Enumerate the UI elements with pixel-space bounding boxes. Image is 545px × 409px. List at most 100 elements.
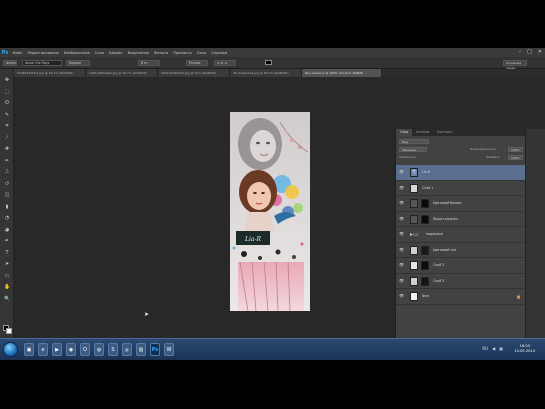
layer-mask-thumbnail[interactable] xyxy=(421,261,429,270)
visibility-eye-icon[interactable]: 👁 xyxy=(399,201,404,205)
document-tab[interactable]: 9962d1b6b9b2.jpg @ 50% (RGB/8#) xyxy=(158,69,230,77)
text-color-swatch[interactable] xyxy=(265,60,272,65)
volume-icon[interactable]: ◀ xyxy=(492,344,495,354)
panel-tab[interactable]: Слои xyxy=(396,129,413,136)
marquee-icon[interactable]: ⬚ xyxy=(4,89,10,95)
photoshop-icon[interactable]: Ps xyxy=(150,343,160,356)
menu-item-3[interactable]: Слои xyxy=(92,51,106,55)
history-brush-icon[interactable]: ↺ xyxy=(4,181,10,187)
menu-item-1[interactable]: Редактирование xyxy=(25,51,61,55)
visibility-eye-icon[interactable]: 👁 xyxy=(399,263,404,267)
visibility-eye-icon[interactable]: 👁 xyxy=(399,232,404,236)
panel-tab[interactable]: Каналы xyxy=(412,129,433,136)
visibility-eye-icon[interactable]: 👁 xyxy=(399,294,404,298)
visibility-eye-icon[interactable]: 👁 xyxy=(399,216,404,221)
layer-name: Слой 1 xyxy=(422,185,434,190)
menu-item-2[interactable]: Изображение xyxy=(61,51,92,55)
menu-item-9[interactable]: Справка xyxy=(209,51,230,55)
crop-icon[interactable]: ⌗ xyxy=(4,123,10,129)
layer-mask-thumbnail[interactable] xyxy=(421,199,429,208)
type-icon[interactable]: T xyxy=(4,250,10,256)
document-canvas[interactable]: Lia-R xyxy=(230,112,310,311)
document-tab[interactable]: bd81de85e6b0.jpg @ 66,7% (RGB/8#) xyxy=(86,69,158,77)
layer-row[interactable]: 👁 Фон 🔒 xyxy=(396,289,526,305)
text-align-group[interactable]: ≡ ≡ ≡ xyxy=(214,59,236,66)
layer-row[interactable]: 👁 Цветовой баланс xyxy=(396,196,526,212)
brush-icon[interactable]: ✏ xyxy=(4,158,10,164)
healing-icon[interactable]: ✚ xyxy=(4,146,10,152)
layer-filter-select[interactable]: Вид xyxy=(399,139,429,144)
layer-name: Яркость/контр. xyxy=(433,216,459,221)
dodge-icon[interactable]: ◕ xyxy=(4,227,10,233)
blur-icon[interactable]: ◔ xyxy=(4,215,10,221)
layers-panel-dock: Слои Каналы Контуры Вид Обычные Непрозрачн… xyxy=(395,129,545,360)
shape-icon[interactable]: ▭ xyxy=(4,273,10,279)
layer-mask-thumbnail[interactable] xyxy=(421,245,429,255)
network-icon[interactable]: ▦ xyxy=(499,344,503,354)
firefox-icon[interactable]: ◍ xyxy=(94,343,104,356)
layer-row[interactable]: 👁 Слой 3 xyxy=(396,273,526,289)
hand-icon[interactable]: ✋ xyxy=(4,284,10,290)
background-color-swatch[interactable] xyxy=(6,328,12,334)
menu-item-5[interactable]: Выделение xyxy=(125,51,151,55)
document-tab[interactable]: Без имени-1 @ 100% (Слой 8, RGB/8) xyxy=(302,69,382,77)
ie-icon[interactable]: e xyxy=(38,343,48,356)
utorrent-icon[interactable]: µ xyxy=(122,343,132,356)
menu-item-8[interactable]: Окно xyxy=(194,51,209,55)
panel-tab[interactable]: Контуры xyxy=(433,129,456,136)
layer-row[interactable]: 👁 T Lia-R xyxy=(396,165,526,181)
quick-select-icon[interactable]: ✎ xyxy=(4,112,10,118)
pen-icon[interactable]: ✒ xyxy=(4,238,10,244)
stamp-icon[interactable]: ⎍ xyxy=(4,169,10,175)
system-clock[interactable]: 16:03 15.05.2014 xyxy=(514,344,535,354)
eraser-icon[interactable]: ◫ xyxy=(4,192,10,198)
menu-item-0[interactable]: Файл xyxy=(10,51,25,55)
visibility-eye-icon[interactable]: 👁 xyxy=(399,247,404,252)
opera-icon[interactable]: O xyxy=(80,343,90,356)
visibility-eye-icon[interactable]: 👁 xyxy=(399,278,404,283)
word-icon[interactable]: W xyxy=(164,343,174,356)
visibility-eye-icon[interactable]: 👁 xyxy=(399,185,404,190)
document-tab[interactable]: 46_0aa6d2a4.jpg @ 66,7% (RGB/8#) xyxy=(230,69,302,77)
zoom-icon[interactable]: 🔍 xyxy=(4,296,10,302)
move-icon[interactable]: ✥ xyxy=(4,77,10,83)
chrome-icon[interactable]: ◉ xyxy=(66,343,76,356)
fill-input[interactable]: 100% xyxy=(508,155,523,160)
layer-row[interactable]: 👁 Слой 2 xyxy=(396,258,526,274)
layer-row[interactable]: 👁 Цветовой тон xyxy=(396,242,526,258)
maximize-button[interactable]: □ xyxy=(527,49,532,55)
eyedropper-icon[interactable]: ⁄ xyxy=(4,135,10,141)
media-icon[interactable]: ▶ xyxy=(52,343,62,356)
folder-icon[interactable]: ▥ xyxy=(136,343,146,356)
menu-item-7[interactable]: Просмотр xyxy=(171,51,194,55)
path-select-icon[interactable]: ➤ xyxy=(4,261,10,267)
layer-thumbnail xyxy=(410,214,418,224)
opacity-input[interactable]: 100% xyxy=(508,147,523,152)
layer-row[interactable]: 👁 ▸▭ подложка xyxy=(396,227,526,243)
canvas-area[interactable]: Lia-R ➤ xyxy=(14,77,395,352)
skype-icon[interactable]: S xyxy=(108,343,118,356)
font-family-select[interactable]: Anton the Rays xyxy=(22,59,62,66)
menu-item-6[interactable]: Фильтр xyxy=(152,51,171,55)
font-style-select[interactable]: Regular xyxy=(66,59,90,66)
explorer-icon[interactable]: ▣ xyxy=(24,343,34,356)
blend-mode-select[interactable]: Обычные xyxy=(399,147,427,152)
folder-icon[interactable]: ▸▭ xyxy=(410,231,419,238)
layer-row[interactable]: 👁 Яркость/контр. xyxy=(396,211,526,227)
document-tab[interactable]: 5948745fd1f1.jpg @ 66,7% (RGB/8#) xyxy=(14,69,86,77)
close-button[interactable]: ✕ xyxy=(538,49,542,55)
lasso-icon[interactable]: ʘ xyxy=(4,100,10,106)
visibility-eye-icon[interactable]: 👁 xyxy=(399,170,404,174)
layer-mask-thumbnail[interactable] xyxy=(421,214,429,224)
tool-preset-picker[interactable]: Active xyxy=(3,59,17,66)
gradient-icon[interactable]: ▮ xyxy=(4,204,10,210)
font-size-select[interactable]: 8 пт xyxy=(138,59,160,66)
layer-mask-thumbnail[interactable] xyxy=(421,276,429,286)
antialias-select[interactable]: Резкое xyxy=(186,59,208,66)
minimize-button[interactable]: – xyxy=(519,49,522,55)
menu-item-4[interactable]: Шрифт xyxy=(107,51,126,55)
workspace-select[interactable]: Основная среда xyxy=(503,59,527,70)
layer-row[interactable]: 👁 Слой 1 xyxy=(396,180,526,196)
start-button[interactable] xyxy=(3,342,18,357)
language-indicator[interactable]: RU xyxy=(482,344,488,354)
